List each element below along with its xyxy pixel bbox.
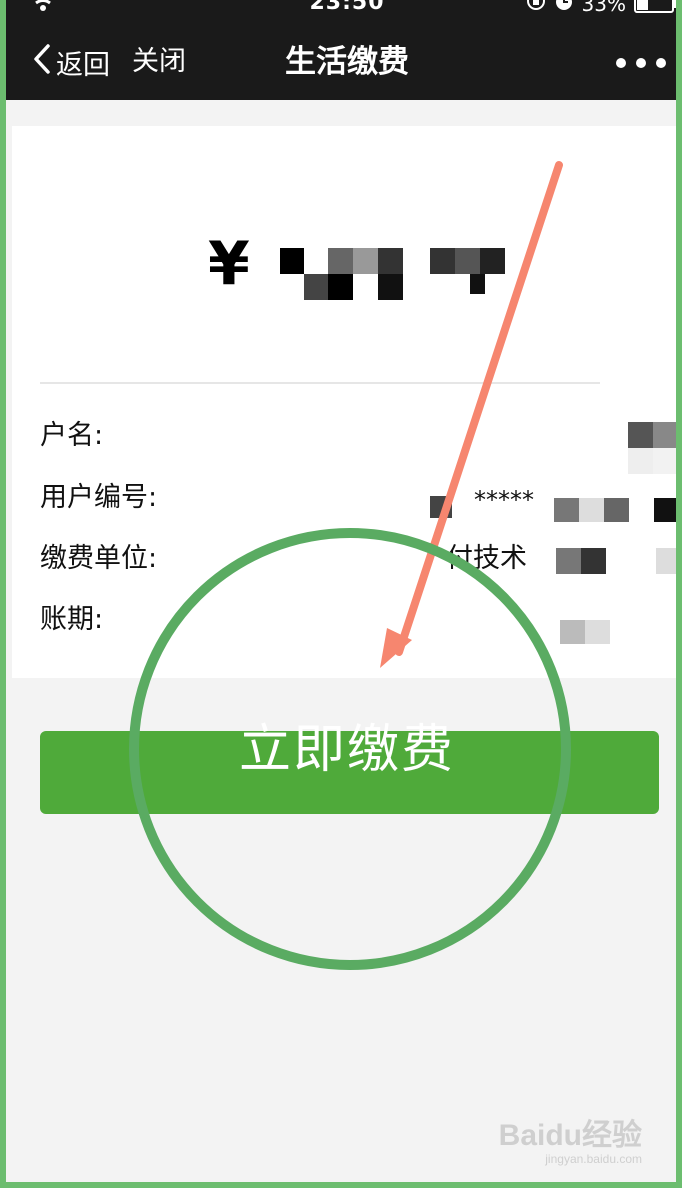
more-dot-icon [616, 58, 626, 68]
bill-card: ¥ 户名: 用户编号: 缴费单位: 账期: ***** 付技术 [12, 126, 676, 678]
period-mosaic [560, 620, 620, 646]
divider [40, 382, 600, 384]
field-value-payee: 付技术 [446, 543, 527, 574]
user-number-mosaic [430, 496, 676, 526]
watermark-logo: Baidu经验 [498, 1119, 642, 1152]
field-label-period: 账期: [40, 604, 104, 635]
status-indicators: 33% [526, 0, 676, 16]
app-screen: 23:50 33% 返回 关闭 生活缴费 ¥ 户名: 用户编号: 缴费单位: 账… [0, 0, 682, 1188]
payee-mosaic [552, 546, 676, 576]
more-dot-icon [636, 58, 646, 68]
page-title: 生活缴费 [285, 44, 409, 80]
watermark: Baidu经验 jingyan.baidu.com [498, 1119, 642, 1167]
pay-now-button[interactable] [40, 731, 659, 814]
top-bar: 23:50 33% 返回 关闭 生活缴费 [6, 0, 676, 100]
amount-mosaic [280, 248, 510, 300]
bill-amount: ¥ [208, 234, 250, 294]
field-label-user-number: 用户编号: [40, 482, 158, 513]
more-dot-icon [656, 58, 666, 68]
more-options-button[interactable] [616, 48, 666, 78]
battery-percent: 33% [581, 0, 626, 16]
battery-icon [634, 0, 676, 13]
alarm-icon [554, 0, 574, 16]
field-label-payee: 缴费单位: [40, 543, 158, 574]
account-name-mosaic [628, 422, 676, 474]
currency-symbol: ¥ [208, 229, 250, 299]
rotation-lock-icon [526, 0, 546, 16]
watermark-url: jingyan.baidu.com [545, 1152, 642, 1166]
field-label-account-name: 户名: [40, 420, 104, 451]
